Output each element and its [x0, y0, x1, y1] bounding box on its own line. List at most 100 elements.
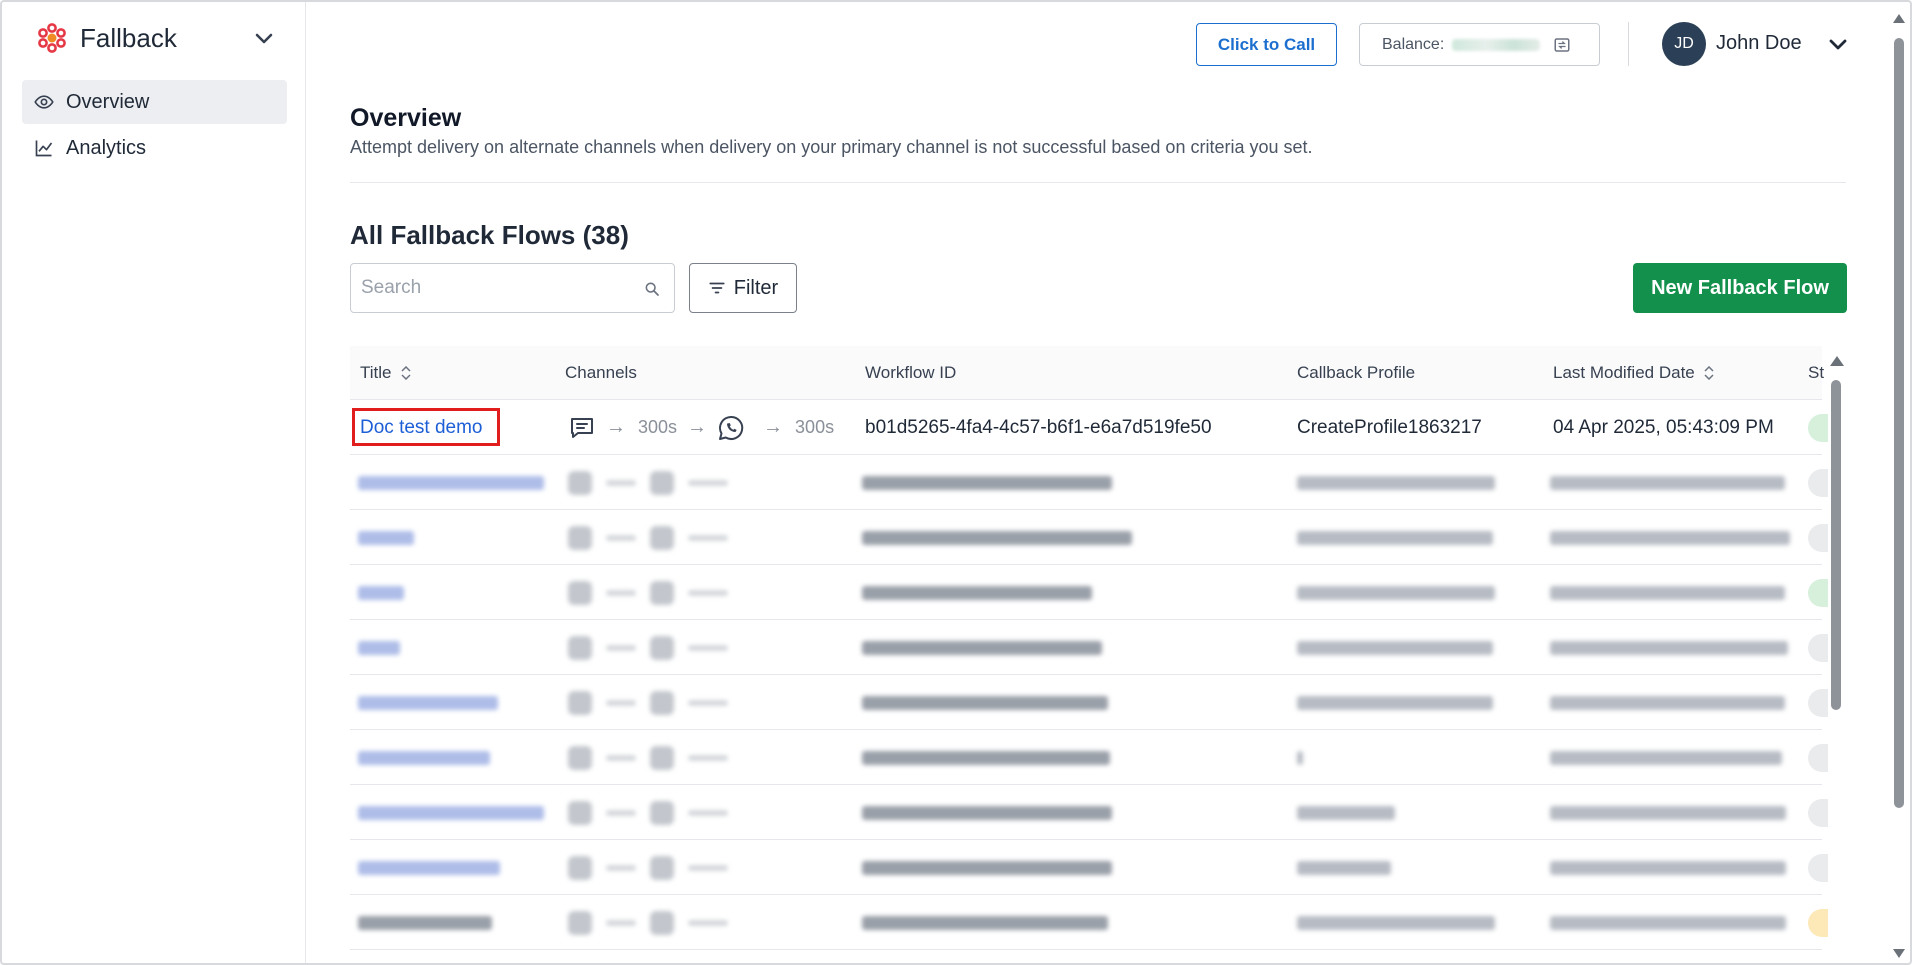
redacted-title[interactable] [358, 640, 400, 655]
status-badge[interactable] [1808, 579, 1828, 607]
redacted-channel-icon [650, 855, 674, 880]
status-badge[interactable] [1808, 689, 1828, 717]
redacted-title[interactable] [358, 695, 498, 710]
table-row[interactable] [350, 620, 1828, 675]
sort-icon[interactable] [1703, 366, 1715, 380]
title-cell [358, 565, 404, 620]
redacted-arrow [606, 754, 636, 761]
status-badge[interactable] [1808, 469, 1828, 497]
redacted-title[interactable] [358, 860, 500, 875]
brand-switcher[interactable]: Fallback [36, 20, 276, 56]
table-row[interactable] [350, 840, 1828, 895]
table-row[interactable] [350, 455, 1828, 510]
title-cell [358, 895, 492, 950]
redacted-channel-icon [650, 635, 674, 660]
click-to-call-button[interactable]: Click to Call [1196, 23, 1337, 66]
status-badge[interactable] [1808, 854, 1828, 882]
redacted-channel-icon [568, 525, 592, 550]
column-last-modified[interactable]: Last Modified Date [1553, 363, 1715, 383]
redacted-title[interactable] [358, 750, 490, 765]
table-header: Title Channels Workflow ID Callback Prof… [350, 346, 1824, 400]
status-badge[interactable] [1808, 414, 1828, 442]
channels-cell [568, 730, 728, 785]
title-cell [358, 730, 490, 785]
scroll-up-arrow-icon[interactable] [1893, 14, 1905, 23]
refresh-balance-icon[interactable] [1553, 36, 1571, 54]
sort-icon[interactable] [400, 366, 412, 380]
redacted-date [1550, 860, 1786, 875]
last-modified-cell [1550, 565, 1785, 620]
sidebar-item-overview[interactable]: Overview [22, 80, 287, 124]
page-scrollbar[interactable] [1892, 14, 1906, 958]
search-box[interactable] [350, 263, 675, 313]
redacted-channel-icon [650, 800, 674, 825]
table-row[interactable] [350, 785, 1828, 840]
redacted-arrow [606, 589, 636, 596]
callback-profile-cell [1297, 675, 1493, 730]
redacted-callback-profile [1297, 530, 1493, 545]
redacted-title[interactable] [358, 915, 492, 930]
redacted-callback-profile [1297, 915, 1495, 930]
callback-profile-cell [1297, 510, 1493, 565]
redacted-callback-profile [1297, 860, 1391, 875]
chevron-down-icon[interactable] [252, 26, 276, 50]
channels-cell [568, 675, 728, 730]
redacted-arrow [606, 644, 636, 651]
scrollbar-thumb[interactable] [1831, 380, 1841, 710]
redacted-channel-icon [568, 635, 592, 660]
redacted-duration [688, 479, 728, 486]
avatar[interactable]: JD [1662, 22, 1706, 66]
redacted-workflow-id [862, 915, 1108, 930]
last-modified-cell [1550, 455, 1785, 510]
status-badge[interactable] [1808, 744, 1828, 772]
workflow-id-cell [862, 675, 1108, 730]
column-title[interactable]: Title [360, 363, 412, 383]
redacted-workflow-id [862, 695, 1108, 710]
chevron-down-icon[interactable] [1826, 32, 1850, 56]
scroll-down-arrow-icon[interactable] [1893, 949, 1905, 958]
redacted-workflow-id [862, 585, 1092, 600]
table-row[interactable] [350, 510, 1828, 565]
scrollbar-thumb[interactable] [1894, 38, 1904, 808]
sidebar-item-analytics[interactable]: Analytics [22, 126, 287, 170]
status-badge[interactable] [1808, 909, 1828, 937]
status-badge[interactable] [1808, 634, 1828, 662]
workflow-id-cell [862, 455, 1112, 510]
channels-cell [568, 840, 728, 895]
title-cell [358, 455, 544, 510]
table-scrollbar[interactable] [1830, 356, 1844, 956]
redacted-channel-icon [650, 580, 674, 605]
title-cell [358, 510, 414, 565]
redacted-callback-profile [1297, 750, 1303, 765]
search-input[interactable] [361, 264, 631, 312]
redacted-duration [688, 534, 728, 541]
redacted-title[interactable] [358, 585, 404, 600]
table-row[interactable] [350, 565, 1828, 620]
redacted-arrow [606, 479, 636, 486]
status-badge[interactable] [1808, 524, 1828, 552]
column-workflow-id: Workflow ID [865, 363, 957, 382]
table-row[interactable] [350, 730, 1828, 785]
workflow-id-cell [862, 730, 1110, 785]
new-fallback-flow-button[interactable]: New Fallback Flow [1633, 263, 1847, 313]
last-modified-cell [1550, 675, 1785, 730]
status-badge[interactable] [1808, 799, 1828, 827]
sidebar-item-label: Analytics [66, 136, 147, 159]
eye-icon [34, 95, 54, 109]
redacted-arrow [606, 534, 636, 541]
table-row[interactable]: Doc test demo → 300s → → 300s b01d5265-4… [350, 400, 1828, 455]
table-row[interactable] [350, 675, 1828, 730]
whatsapp-icon [719, 415, 744, 440]
redacted-workflow-id [862, 750, 1110, 765]
scroll-up-arrow-icon[interactable] [1830, 356, 1844, 366]
channel-duration: 300s [795, 417, 835, 437]
filter-button[interactable]: Filter [689, 263, 797, 313]
redacted-title[interactable] [358, 475, 544, 490]
user-name[interactable]: John Doe [1716, 32, 1802, 55]
last-modified-cell [1550, 510, 1790, 565]
balance-display[interactable]: Balance: [1359, 23, 1600, 66]
redacted-title[interactable] [358, 805, 544, 820]
table-row[interactable] [350, 895, 1828, 950]
redacted-title[interactable] [358, 530, 414, 545]
redacted-channel-icon [568, 855, 592, 880]
